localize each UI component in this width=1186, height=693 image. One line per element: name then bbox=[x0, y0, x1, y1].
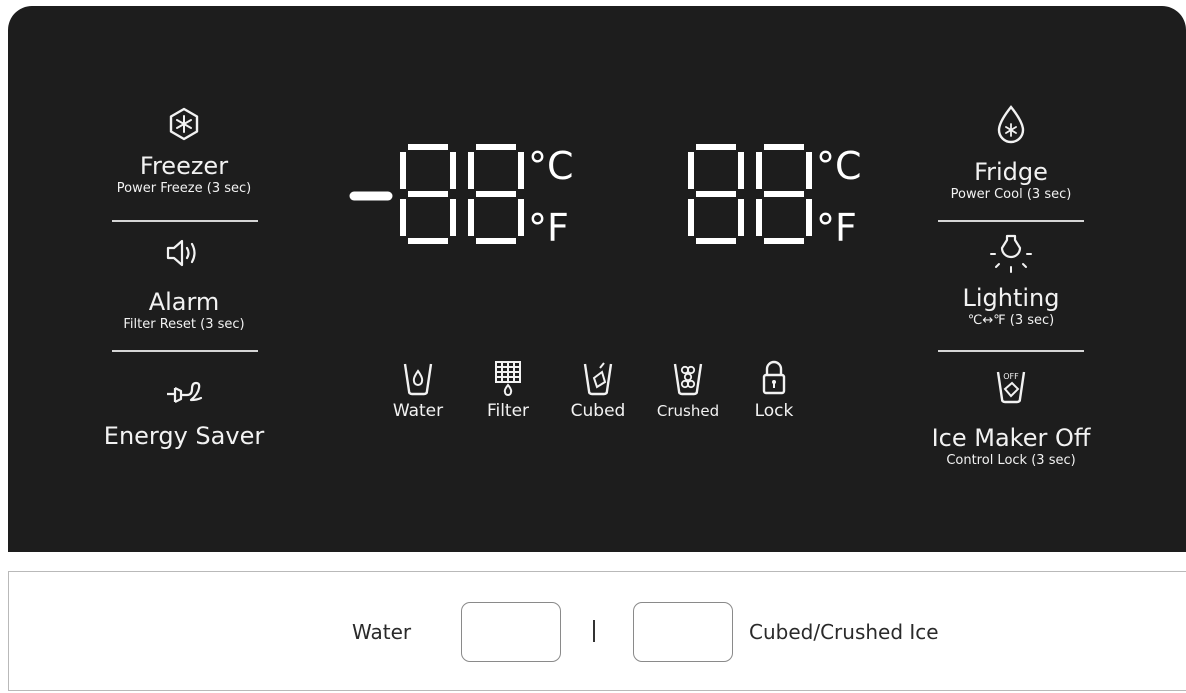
status-water-label: Water bbox=[392, 401, 444, 421]
divider bbox=[112, 350, 258, 352]
svg-text:OFF: OFF bbox=[1003, 372, 1019, 381]
filter-icon bbox=[495, 361, 521, 396]
energy-saver-label: Energy Saver bbox=[103, 422, 265, 450]
alarm-button[interactable]: Alarm Filter Reset (3 sec) bbox=[94, 238, 274, 334]
control-panel: Freezer Power Freeze (3 sec) Alarm Filte… bbox=[8, 6, 1186, 552]
fridge-label: Fridge bbox=[974, 158, 1048, 186]
ice-maker-off-icon: OFF bbox=[996, 371, 1026, 404]
snowflake-icon bbox=[169, 107, 199, 141]
status-filter: Filter bbox=[468, 358, 548, 422]
status-water: Water bbox=[378, 358, 458, 422]
divider bbox=[112, 220, 258, 222]
alarm-label: Alarm bbox=[148, 288, 220, 316]
cubed-ice-icon bbox=[583, 362, 613, 396]
lighting-sub-label: ℃↔℉ (3 sec) bbox=[967, 313, 1055, 328]
fridge-sub-label: Power Cool (3 sec) bbox=[950, 187, 1072, 202]
speaker-icon bbox=[166, 239, 196, 267]
ice-maker-off-button[interactable]: OFF Ice Maker Off Control Lock (3 sec) bbox=[921, 366, 1101, 470]
energy-saver-icon bbox=[167, 381, 203, 403]
status-filter-label: Filter bbox=[486, 401, 530, 421]
freezer-label: Freezer bbox=[139, 152, 229, 180]
alarm-sub-label: Filter Reset (3 sec) bbox=[123, 317, 245, 332]
divider bbox=[938, 220, 1084, 222]
water-dispenser-button[interactable] bbox=[461, 602, 561, 662]
dispenser-separator bbox=[593, 620, 595, 642]
freezer-sub-label: Power Freeze (3 sec) bbox=[116, 181, 252, 196]
water-dispenser-label: Water bbox=[352, 620, 412, 644]
fridge-button[interactable]: Fridge Power Cool (3 sec) bbox=[921, 104, 1101, 204]
status-lock-label: Lock bbox=[754, 401, 794, 421]
fridge-droplet-icon bbox=[997, 105, 1025, 144]
ice-dispenser-label: Cubed/Crushed Ice bbox=[749, 620, 939, 644]
energy-saver-button[interactable]: Energy Saver bbox=[94, 378, 274, 450]
ice-maker-off-sub-label: Control Lock (3 sec) bbox=[946, 453, 1076, 468]
fridge-unit-celsius: °C bbox=[816, 144, 862, 188]
freezer-button[interactable]: Freezer Power Freeze (3 sec) bbox=[94, 106, 274, 198]
temperature-display bbox=[349, 144, 812, 244]
status-crushed: Crushed bbox=[648, 358, 728, 422]
lighting-label: Lighting bbox=[962, 284, 1060, 312]
lock-icon bbox=[762, 360, 786, 395]
light-bulb-icon bbox=[990, 234, 1032, 273]
lighting-button[interactable]: Lighting ℃↔℉ (3 sec) bbox=[921, 230, 1101, 330]
water-icon bbox=[403, 363, 433, 396]
status-cubed: Cubed bbox=[558, 358, 638, 422]
freezer-unit-fahrenheit: °F bbox=[528, 206, 569, 250]
divider bbox=[938, 350, 1084, 352]
freezer-unit-celsius: °C bbox=[528, 144, 574, 188]
crushed-ice-icon bbox=[673, 363, 703, 396]
status-crushed-label: Crushed bbox=[656, 402, 720, 420]
ice-maker-off-label: Ice Maker Off bbox=[931, 424, 1091, 452]
dispenser-panel: Water Cubed/Crushed Ice bbox=[8, 571, 1186, 691]
ice-dispenser-button[interactable] bbox=[633, 602, 733, 662]
status-indicators: Water Filter Cubed Crushed Lock bbox=[386, 358, 806, 448]
status-lock: Lock bbox=[734, 358, 814, 422]
fridge-unit-fahrenheit: °F bbox=[816, 206, 857, 250]
status-cubed-label: Cubed bbox=[570, 401, 626, 421]
